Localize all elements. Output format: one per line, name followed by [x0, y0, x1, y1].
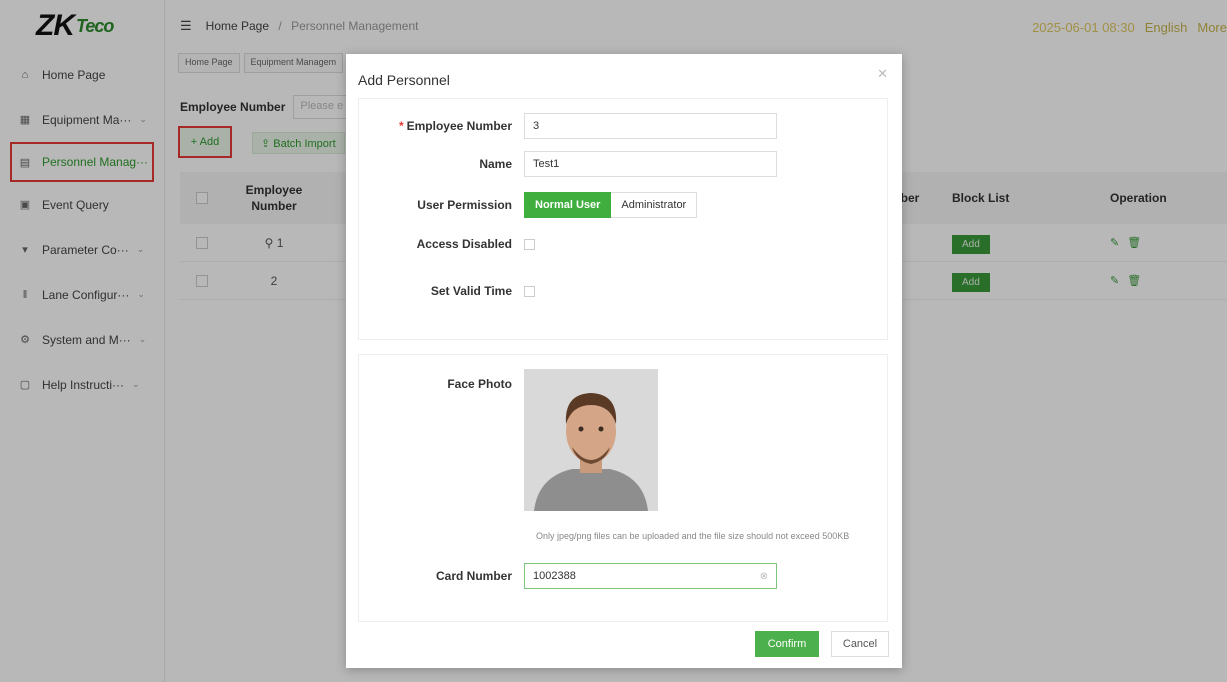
face-photo-image [524, 369, 658, 511]
access-disabled-label: Access Disabled [416, 237, 512, 251]
face-photo-row: Face Photo [359, 369, 658, 511]
card-number-field[interactable]: 1002388 ⊗ [524, 563, 777, 589]
card-number-label: Card Number [435, 569, 512, 583]
valid-time-row: Set Valid Time [359, 284, 535, 298]
add-personnel-dialog: Add Personnel ✕ * Employee Number 3 Name … [346, 54, 902, 668]
basic-info-section: * Employee Number 3 Name Test1 User Permi… [358, 98, 888, 340]
permission-toggle: Normal User Administrator [524, 192, 698, 218]
normal-user-option[interactable]: Normal User [524, 192, 612, 218]
face-photo-label: Face Photo [447, 377, 512, 391]
dialog-title: Add Personnel [358, 72, 450, 88]
name-row: Name Test1 [359, 151, 777, 177]
valid-time-label: Set Valid Time [430, 284, 512, 298]
access-disabled-checkbox[interactable] [524, 238, 535, 250]
name-label: Name [479, 157, 512, 171]
employee-number-field[interactable]: 3 [524, 113, 777, 139]
valid-time-checkbox[interactable] [524, 285, 535, 297]
close-icon[interactable]: ✕ [877, 66, 888, 82]
employee-number-label: Employee Number [406, 119, 512, 133]
card-number-row: Card Number 1002388 ⊗ [359, 563, 777, 589]
photo-upload-hint: Only jpeg/png files can be uploaded and … [536, 531, 850, 541]
administrator-option[interactable]: Administrator [611, 192, 698, 218]
employee-number-row: * Employee Number 3 [359, 113, 777, 139]
name-field[interactable]: Test1 [524, 151, 777, 177]
clear-icon[interactable]: ⊗ [760, 571, 768, 582]
face-photo-preview[interactable] [524, 369, 658, 511]
photo-card-section: Face Photo Only jpeg/png files can be up… [358, 354, 888, 622]
permission-row: User Permission Normal User Administrato… [359, 192, 698, 218]
confirm-button[interactable]: Confirm [755, 631, 819, 657]
card-number-value: 1002388 [533, 570, 576, 582]
permission-label: User Permission [417, 198, 512, 212]
cancel-button[interactable]: Cancel [831, 631, 889, 657]
app-window: ZK Teco ⌂ Home Page ▦ Equipment Ma··· ⌄ ▤… [0, 0, 1227, 682]
access-disabled-row: Access Disabled [359, 237, 535, 251]
required-marker: * [398, 119, 404, 133]
